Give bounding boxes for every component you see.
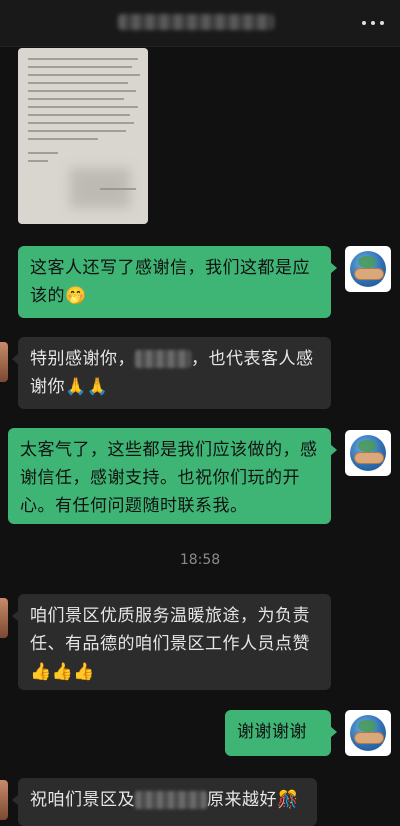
contact-avatar[interactable] bbox=[0, 780, 8, 820]
timestamp: 18:58 bbox=[179, 552, 221, 568]
emoji: 🎊 bbox=[277, 790, 299, 810]
contact-avatar[interactable] bbox=[0, 342, 8, 382]
contact-avatar[interactable] bbox=[0, 598, 8, 638]
redacted-name bbox=[135, 791, 207, 809]
message-text: 特别感谢你， bbox=[30, 349, 135, 369]
message-bubble-incoming[interactable]: 特别感谢你， ，也代表客人感谢你🙏🙏 bbox=[12, 337, 331, 409]
emoji: 👍👍👍 bbox=[30, 662, 96, 682]
message-bubble-outgoing[interactable]: 这客人还写了感谢信，我们这都是应该的🤭 bbox=[18, 246, 337, 318]
emoji: 🙏🙏 bbox=[65, 377, 109, 397]
chat-title-redacted bbox=[118, 14, 274, 30]
message-text: 谢谢谢谢 bbox=[237, 722, 307, 742]
my-avatar[interactable] bbox=[345, 246, 391, 292]
my-avatar[interactable] bbox=[345, 710, 391, 756]
message-text: 原来越好 bbox=[207, 790, 277, 810]
message-bubble-incoming[interactable]: 祝咱们景区及 原来越好🎊 bbox=[12, 778, 317, 826]
message-text: 咱们景区优质服务温暖旅途，为负责任、有品德的咱们景区工作人员点赞 bbox=[30, 606, 310, 654]
message-bubble-outgoing[interactable]: 太客气了，这些都是我们应该做的，感谢信任，感谢支持。也祝你们玩的开心。有任何问题… bbox=[8, 428, 337, 524]
message-bubble-outgoing[interactable]: 谢谢谢谢 bbox=[225, 710, 337, 756]
letter-photo[interactable] bbox=[18, 48, 148, 224]
message-text: 祝咱们景区及 bbox=[30, 790, 135, 810]
redacted-name bbox=[135, 350, 191, 368]
emoji: 🤭 bbox=[65, 286, 87, 306]
my-avatar[interactable] bbox=[345, 430, 391, 476]
more-dots-icon[interactable] bbox=[362, 12, 384, 34]
message-text: 太客气了，这些都是我们应该做的，感谢信任，感谢支持。也祝你们玩的开心。有任何问题… bbox=[20, 440, 318, 516]
message-bubble-incoming[interactable]: 咱们景区优质服务温暖旅途，为负责任、有品德的咱们景区工作人员点赞 👍👍👍 bbox=[12, 594, 331, 690]
chat-header bbox=[0, 0, 400, 47]
